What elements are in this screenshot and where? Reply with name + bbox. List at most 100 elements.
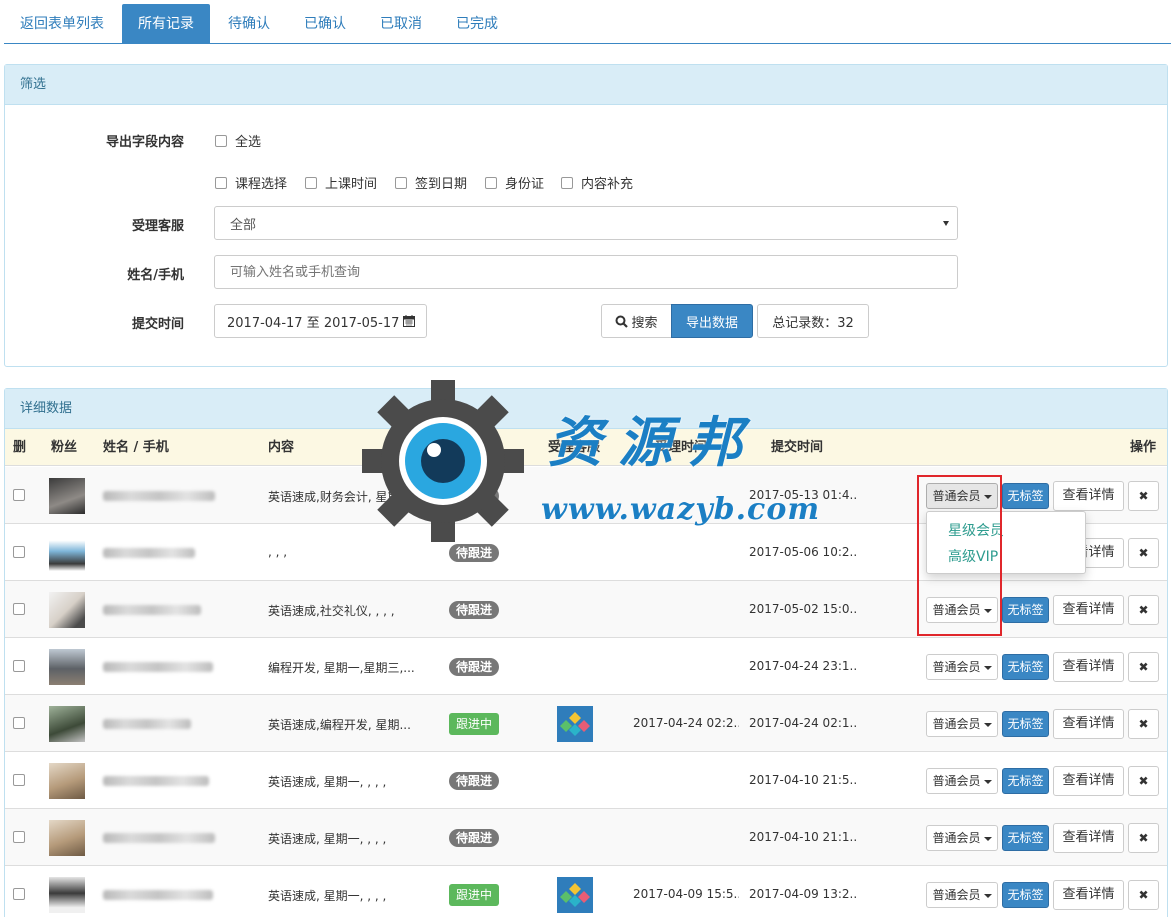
tab-confirmed[interactable]: 已确认 <box>288 4 362 44</box>
field-checkbox-extra-content[interactable]: 内容补充 <box>561 173 633 192</box>
delete-icon[interactable]: ✖ <box>1128 595 1159 625</box>
status-badge: 待跟进 <box>449 544 500 562</box>
fan-avatar <box>49 820 85 856</box>
tag-button[interactable]: 无标签 <box>1002 597 1049 623</box>
tag-button[interactable]: 无标签 <box>1002 483 1049 509</box>
content-cell: 编程开发, 星期一,星期三,... <box>268 661 415 675</box>
view-detail-button[interactable]: 查看详情 <box>1053 481 1124 511</box>
dropdown-item-star-member[interactable]: 星级会员 <box>948 520 1004 540</box>
table-row: 英语速成, 星期一, , , , 待跟进 2017-04-10 21:1... 普通会… <box>5 809 1167 866</box>
tab-back-to-forms[interactable]: 返回表单列表 <box>4 4 120 44</box>
member-level-button[interactable]: 普通会员 <box>926 597 998 623</box>
submit-time-cell: 2017-05-02 15:0... <box>749 602 857 616</box>
row-checkbox[interactable] <box>13 546 25 558</box>
row-checkbox[interactable] <box>13 831 25 843</box>
dropdown-item-senior-vip[interactable]: 高级VIP <box>948 546 998 566</box>
caret-down-icon <box>983 665 992 670</box>
blurred-name-phone <box>103 776 209 786</box>
status-badge: 待跟进 <box>449 829 500 847</box>
service-select[interactable]: 全部 <box>214 206 958 240</box>
col-actions: 操作 <box>1130 440 1157 455</box>
name-phone-label: 姓名/手机 <box>127 268 184 283</box>
tag-button[interactable]: 无标签 <box>1002 825 1049 851</box>
export-data-button[interactable]: 导出数据 <box>671 304 753 338</box>
row-checkbox[interactable] <box>13 717 25 729</box>
delete-icon[interactable]: ✖ <box>1128 538 1159 568</box>
field-checkbox-checkin-date[interactable]: 签到日期 <box>395 173 467 192</box>
delete-icon[interactable]: ✖ <box>1128 823 1159 853</box>
row-checkbox[interactable] <box>13 489 25 501</box>
submit-time-cell: 2017-05-06 10:2... <box>749 545 857 559</box>
row-checkbox[interactable] <box>13 603 25 615</box>
blurred-name-phone <box>103 605 201 615</box>
view-detail-button[interactable]: 查看详情 <box>1053 823 1124 853</box>
content-cell: 英语速成, 星期一, , , , <box>268 832 387 846</box>
tab-completed[interactable]: 已完成 <box>440 4 514 44</box>
delete-icon[interactable]: ✖ <box>1128 709 1159 739</box>
content-cell: , , , <box>268 545 288 559</box>
table-row: 英语速成,编程开发, 星期... 跟进中 2017-04-24 02:2... 201… <box>5 695 1167 752</box>
tab-cancelled[interactable]: 已取消 <box>364 4 438 44</box>
member-level-button[interactable]: 普通会员 <box>926 654 998 680</box>
member-level-label: 普通会员 <box>932 660 981 674</box>
member-level-button[interactable]: 普通会员 <box>926 825 998 851</box>
date-range-input[interactable]: 2017-04-17 至 2017-05-17 <box>214 304 427 338</box>
col-name-phone: 姓名 / 手机 <box>103 440 169 455</box>
name-phone-input[interactable] <box>214 255 958 289</box>
status-badge: 跟进中 <box>449 713 500 735</box>
checkbox-icon <box>395 176 407 189</box>
view-detail-button[interactable]: 查看详情 <box>1053 880 1124 910</box>
status-badge: 待跟进 <box>449 658 500 676</box>
total-records: 总记录数：32 <box>757 304 869 338</box>
field-checkbox-course[interactable]: 课程选择 <box>215 173 287 192</box>
tag-button[interactable]: 无标签 <box>1002 882 1049 908</box>
tag-button[interactable]: 无标签 <box>1002 768 1049 794</box>
gear-icon <box>362 380 524 542</box>
submit-time-cell: 2017-04-24 02:1... <box>749 716 857 730</box>
member-level-button[interactable]: 普通会员 <box>926 768 998 794</box>
status-badge: 待跟进 <box>449 601 500 619</box>
delete-icon[interactable]: ✖ <box>1128 880 1159 910</box>
col-delete: 删 <box>13 440 27 455</box>
member-level-button[interactable]: 普通会员 <box>926 483 998 509</box>
fan-avatar <box>49 592 85 628</box>
caret-down-icon <box>983 494 992 499</box>
row-checkbox[interactable] <box>13 888 25 900</box>
row-checkbox[interactable] <box>13 660 25 672</box>
tag-button[interactable]: 无标签 <box>1002 711 1049 737</box>
blurred-name-phone <box>103 548 195 558</box>
view-detail-button[interactable]: 查看详情 <box>1053 709 1124 739</box>
tab-pending[interactable]: 待确认 <box>212 4 286 44</box>
caret-down-icon <box>983 722 992 727</box>
col-submit-time: 提交时间 <box>771 440 824 455</box>
member-level-label: 普通会员 <box>932 831 981 845</box>
watermark-gear-logo <box>362 380 524 542</box>
content-cell: 英语速成, 星期一, , , , <box>268 889 387 903</box>
caret-down-icon <box>983 608 992 613</box>
content-cell: 英语速成,编程开发, 星期... <box>268 718 411 732</box>
view-detail-button[interactable]: 查看详情 <box>1053 652 1124 682</box>
delete-icon[interactable]: ✖ <box>1128 766 1159 796</box>
member-level-button[interactable]: 普通会员 <box>926 711 998 737</box>
search-button-label: 搜索 <box>631 315 658 331</box>
tag-button[interactable]: 无标签 <box>1002 654 1049 680</box>
fan-avatar <box>49 877 85 913</box>
field-checkbox-class-time[interactable]: 上课时间 <box>305 173 377 192</box>
member-level-button[interactable]: 普通会员 <box>926 882 998 908</box>
tab-all-records[interactable]: 所有记录 <box>122 4 210 44</box>
checkbox-icon <box>215 176 227 189</box>
field-checkbox-id-card[interactable]: 身份证 <box>485 173 544 192</box>
service-logo <box>557 877 593 913</box>
member-level-label: 普通会员 <box>932 774 981 788</box>
field-label: 课程选择 <box>235 177 288 192</box>
member-level-label: 普通会员 <box>932 489 981 503</box>
delete-icon[interactable]: ✖ <box>1128 652 1159 682</box>
fan-avatar <box>49 706 85 742</box>
select-all-checkbox[interactable]: 全选 <box>215 131 261 150</box>
view-detail-button[interactable]: 查看详情 <box>1053 766 1124 796</box>
search-button[interactable]: 搜索 <box>601 304 672 338</box>
member-level-label: 普通会员 <box>932 603 981 617</box>
row-checkbox[interactable] <box>13 774 25 786</box>
delete-icon[interactable]: ✖ <box>1128 481 1159 511</box>
view-detail-button[interactable]: 查看详情 <box>1053 595 1124 625</box>
